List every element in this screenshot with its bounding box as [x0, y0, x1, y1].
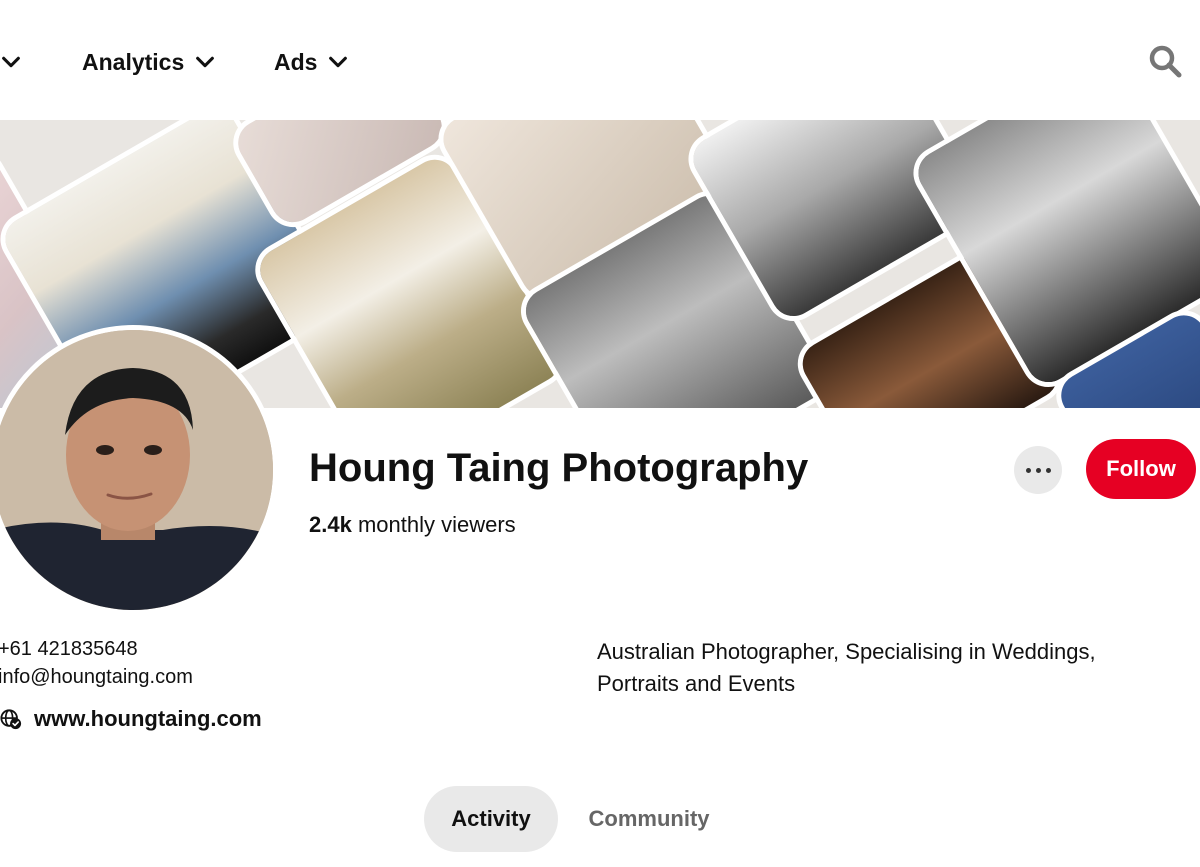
chevron-down-icon: [2, 56, 20, 68]
profile-bio: Australian Photographer, Specialising in…: [597, 639, 1096, 696]
tab-activity[interactable]: Activity: [424, 786, 558, 852]
website-link-row[interactable]: www.houngtaing.com: [0, 706, 262, 732]
nav-ads[interactable]: Ads: [274, 46, 349, 78]
follow-button[interactable]: Follow: [1086, 439, 1196, 499]
more-options-button[interactable]: [1014, 446, 1062, 494]
monthly-viewers: 2.4k monthly viewers: [309, 512, 516, 538]
phone-number[interactable]: +61 421835648: [0, 638, 138, 661]
email-address[interactable]: info@houngtaing.com: [0, 666, 193, 689]
chevron-down-icon: [329, 56, 348, 68]
more-dots-icon: [1025, 467, 1031, 473]
nav-analytics-label: Analytics: [82, 48, 185, 75]
page-title: Houng Taing Photography: [309, 446, 809, 490]
monthly-viewers-count: 2.4k: [309, 512, 352, 537]
monthly-viewers-label: monthly viewers: [351, 512, 516, 537]
top-nav: Analytics Ads: [0, 0, 1200, 120]
tab-community[interactable]: Community: [566, 786, 732, 852]
profile-photo: [0, 330, 273, 610]
more-dots-icon: [1045, 467, 1051, 473]
more-dots-icon: [1035, 467, 1041, 473]
search-icon[interactable]: [1148, 44, 1182, 78]
nav-analytics[interactable]: Analytics: [82, 46, 216, 78]
verified-globe-icon: [0, 709, 22, 730]
website-link[interactable]: www.houngtaing.com: [34, 706, 262, 732]
chevron-down-icon: [196, 56, 215, 68]
nav-dropdown-partial[interactable]: [0, 46, 22, 78]
avatar: [0, 325, 278, 615]
nav-ads-label: Ads: [274, 48, 318, 75]
